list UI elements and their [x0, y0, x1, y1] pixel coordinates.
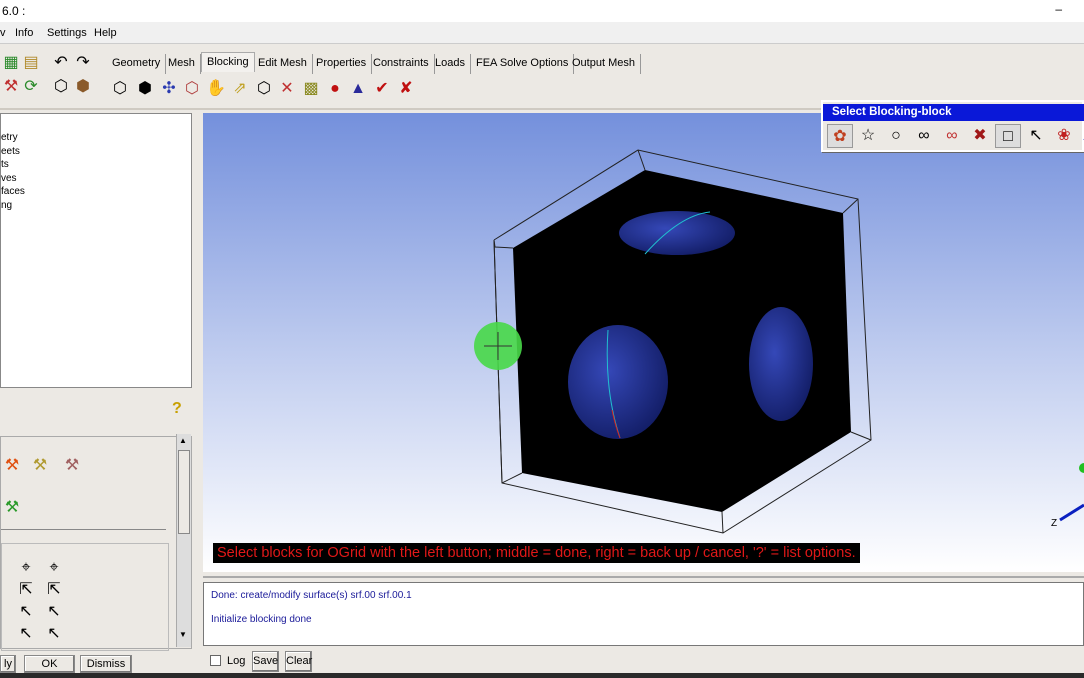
window-title: 6.0 :	[2, 4, 26, 18]
ogrid-face-icon[interactable]: ⚒	[1, 497, 23, 519]
axis-x	[1059, 503, 1084, 522]
tab-output-mesh[interactable]: Output Mesh	[567, 54, 641, 74]
ok-button[interactable]: OK	[24, 655, 75, 673]
edit-edge-icon[interactable]: ✕	[276, 78, 298, 100]
select-dialog-title: Select Blocking-block	[823, 104, 1084, 121]
wireframe-icon[interactable]: ⬡	[50, 76, 72, 98]
cancel-selection-icon[interactable]: ✖	[967, 124, 993, 148]
axis-y	[1079, 463, 1084, 473]
select-edges-icon[interactable]: ↖	[15, 601, 37, 623]
ogrid-panel: ⚒ ⚒ ⚒ ⚒ ⌖ ⌖ ⇱ ⇱ ↖ ↖ ↖ ↖	[0, 436, 192, 651]
title-bar: 6.0 :	[0, 0, 1084, 22]
tab-constraints[interactable]: Constraints	[368, 54, 435, 74]
undo-icon[interactable]: ↶	[50, 52, 72, 74]
tab-fea-solve-options[interactable]: FEA Solve Options	[471, 54, 575, 74]
tree-item-points[interactable]: ts	[1, 159, 9, 170]
tree-item-geometry[interactable]: etry	[1, 132, 18, 143]
merge-vertices-icon[interactable]: ✣	[158, 78, 180, 100]
log-checkbox[interactable]	[210, 655, 221, 666]
taskbar-edge	[0, 673, 1084, 678]
move-vertex-icon[interactable]: ⇗	[229, 78, 251, 100]
menu-bar: v Info Settings Help	[0, 22, 1084, 44]
message-window[interactable]: Done: create/modify surface(s) srf.00 sr…	[203, 582, 1084, 646]
deselect-blocks-icon[interactable]: ⌖	[43, 557, 65, 579]
pre-mesh-smooth-icon[interactable]: ▲	[347, 78, 369, 100]
open-project-icon[interactable]: ▦	[0, 52, 22, 74]
associate-icon[interactable]: ✋	[205, 78, 227, 100]
panel-header: ?	[0, 396, 192, 426]
tree-item-subsets[interactable]: eets	[1, 146, 20, 157]
hole-left	[568, 325, 668, 439]
check-blocks-icon[interactable]: ✔	[371, 78, 393, 100]
save-icon[interactable]: ⚒	[0, 76, 22, 98]
circle-select-icon[interactable]: ○	[883, 124, 909, 148]
message-line: Initialize blocking done	[211, 614, 312, 625]
edit-block-icon[interactable]: ⬡	[181, 78, 203, 100]
split-block-icon[interactable]: ⬢	[134, 78, 156, 100]
panel-scrollbar[interactable]: ▲ ▼	[176, 434, 191, 647]
menu-help[interactable]: Help	[94, 27, 117, 39]
graphics-viewport[interactable]: Z	[203, 113, 1084, 572]
delete-block-icon[interactable]: ✘	[395, 78, 417, 100]
tab-edit-mesh[interactable]: Edit Mesh	[253, 54, 313, 74]
tab-properties[interactable]: Properties	[311, 54, 373, 74]
deselect-vertices-icon[interactable]: ↖	[43, 623, 65, 645]
refresh-icon[interactable]: ⟳	[20, 76, 42, 98]
select-all-icon[interactable]: ∞	[939, 124, 965, 148]
select-all-visible-icon[interactable]: ∞	[911, 124, 937, 148]
transform-blocks-icon[interactable]: ⬡	[253, 78, 275, 100]
tab-mesh[interactable]: Mesh	[163, 54, 201, 74]
minimize-button[interactable]: –	[1055, 2, 1062, 16]
clear-log-button[interactable]: Clear	[285, 651, 312, 672]
tab-geometry[interactable]: Geometry	[107, 54, 167, 74]
axis-z-label: Z	[1051, 518, 1058, 529]
save-log-button[interactable]: Save	[252, 651, 279, 672]
redo-icon[interactable]: ↷	[72, 52, 94, 74]
select-blocking-block-toolbar: Select Blocking-block ✿ ☆ ○ ∞ ∞ ✖ □ ↖ ❀ …	[821, 100, 1084, 152]
polygon-select-icon[interactable]: ☆	[855, 124, 881, 148]
create-block-icon[interactable]: ⬡	[109, 78, 131, 100]
pre-mesh-params-icon[interactable]: ▩	[300, 78, 322, 100]
log-label: Log	[227, 655, 246, 667]
ogrid-add-icon[interactable]: ⚒	[61, 455, 83, 477]
pointer-select-icon[interactable]: ↖	[1023, 124, 1049, 148]
select-faces-icon[interactable]: ⇱	[15, 579, 37, 601]
box-select-icon[interactable]: □	[995, 124, 1021, 148]
open-geometry-icon[interactable]: ▤	[20, 52, 42, 74]
menu-info[interactable]: Info	[15, 27, 33, 39]
pre-mesh-quality-icon[interactable]: ●	[324, 78, 346, 100]
model-tree: etry eets ts ves faces ng	[0, 113, 192, 388]
message-line: Done: create/modify surface(s) srf.00 sr…	[211, 590, 412, 601]
prompt-text: Select blocks for OGrid with the left bu…	[213, 543, 860, 563]
tree-item-curves[interactable]: ves	[1, 173, 17, 184]
menu-settings[interactable]: Settings	[47, 27, 87, 39]
hole-right	[749, 307, 813, 421]
dismiss-button[interactable]: Dismiss	[80, 655, 132, 673]
tab-blocking[interactable]: Blocking	[201, 52, 255, 72]
help-icon[interactable]: ?	[172, 400, 182, 418]
hole-top	[619, 211, 735, 255]
deselect-edges-icon[interactable]: ↖	[43, 601, 65, 623]
model-view	[474, 149, 1084, 534]
deselect-faces-icon[interactable]: ⇱	[43, 579, 65, 601]
tree-item-surfaces[interactable]: faces	[1, 186, 25, 197]
ogrid-icon[interactable]: ⚒	[1, 455, 23, 477]
select-vertices-icon[interactable]: ↖	[15, 623, 37, 645]
select-blocks-mode-icon[interactable]: ✿	[827, 124, 853, 148]
select-blocks-icon[interactable]: ⌖	[15, 557, 37, 579]
ogrid-block-icon[interactable]: ⚒	[29, 455, 51, 477]
more-options-icon[interactable]: ▲	[1075, 124, 1084, 148]
select-by-part-icon[interactable]: ❀	[1051, 124, 1077, 148]
solid-icon[interactable]: ⬢	[72, 76, 94, 98]
apply-button[interactable]: ly	[0, 655, 16, 673]
tree-item-blocking[interactable]: ng	[1, 200, 12, 211]
tab-loads[interactable]: Loads	[430, 54, 471, 74]
